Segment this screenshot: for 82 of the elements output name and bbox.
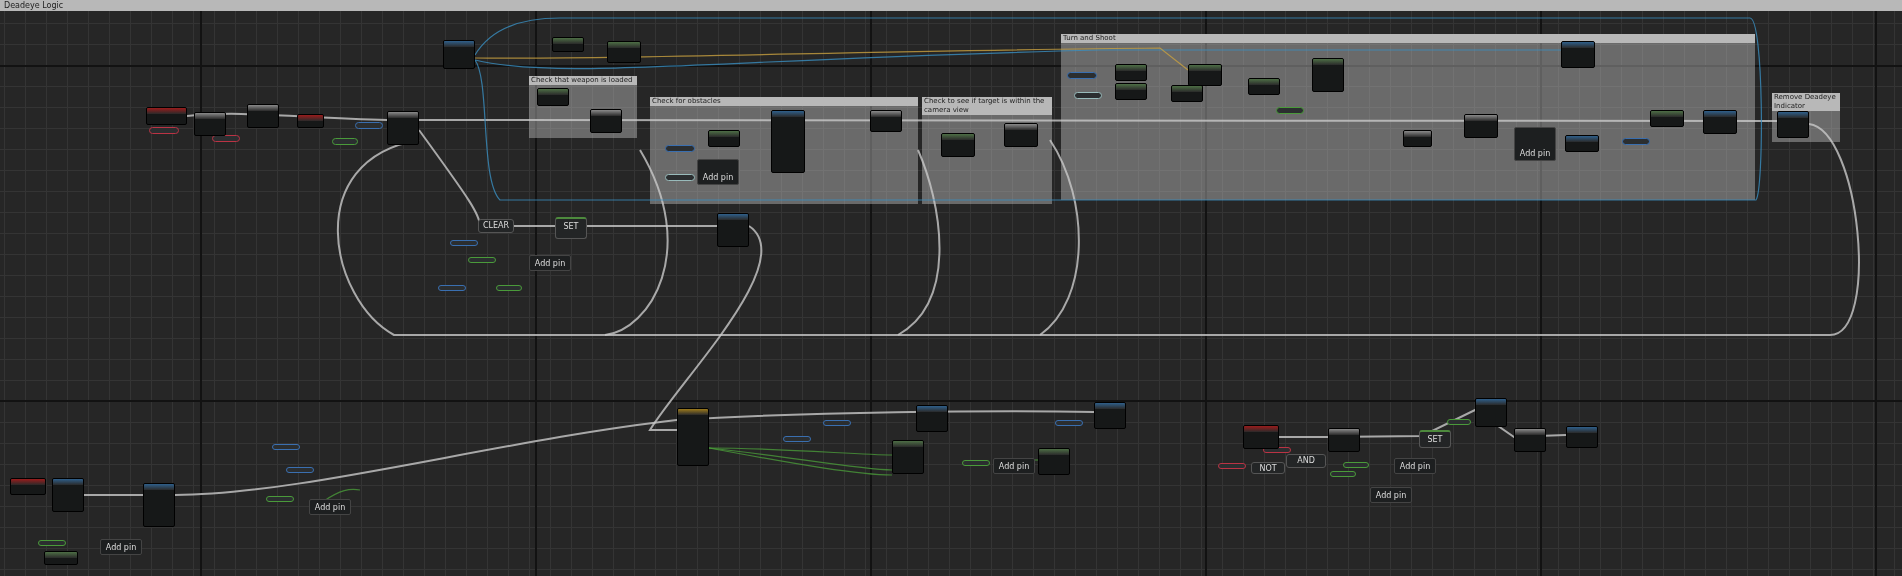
variable-node[interactable] (438, 285, 466, 291)
graph-node[interactable] (297, 114, 324, 128)
variable-node[interactable] (355, 122, 383, 129)
graph-node[interactable] (1328, 428, 1360, 452)
graph-node[interactable] (1115, 64, 1147, 81)
graph-node[interactable] (10, 478, 46, 495)
graph-node[interactable]: SET (1419, 430, 1451, 448)
graph-node[interactable] (552, 37, 584, 52)
graph-node[interactable] (1248, 78, 1280, 95)
variable-node[interactable] (266, 496, 294, 502)
variable-node[interactable] (38, 540, 66, 546)
variable-node[interactable] (1218, 463, 1246, 469)
graph-node[interactable] (870, 110, 902, 132)
graph-node[interactable] (1115, 83, 1147, 100)
graph-node[interactable] (247, 104, 279, 128)
add-pin-button[interactable]: Add pin (1370, 487, 1412, 503)
graph-node[interactable] (771, 110, 805, 173)
graph-node[interactable] (1094, 402, 1126, 429)
variable-node[interactable] (665, 145, 695, 152)
variable-node[interactable] (1330, 471, 1356, 477)
add-pin-button[interactable]: Add pin (100, 539, 142, 555)
graph-node[interactable] (1171, 85, 1203, 102)
graph-node[interactable] (708, 130, 740, 147)
graph-node[interactable] (1188, 64, 1222, 86)
graph-node[interactable] (916, 405, 948, 432)
variable-node[interactable] (272, 444, 300, 450)
graph-node[interactable] (52, 478, 84, 512)
graph-node[interactable] (1243, 425, 1279, 449)
variable-node[interactable] (1276, 107, 1304, 114)
graph-node[interactable] (677, 408, 709, 466)
graph-node[interactable] (590, 109, 622, 133)
add-pin-button[interactable]: Add pin (697, 159, 739, 185)
graph-node[interactable]: NOT (1251, 462, 1285, 474)
graph-node[interactable] (146, 107, 187, 125)
graph-node[interactable] (44, 551, 78, 565)
variable-node[interactable] (1074, 92, 1102, 99)
graph-node[interactable] (1403, 130, 1432, 147)
variable-node[interactable] (1067, 72, 1097, 79)
variable-node[interactable] (823, 420, 851, 426)
variable-node[interactable] (665, 174, 695, 181)
variable-node[interactable] (1343, 462, 1369, 468)
variable-node[interactable] (450, 240, 478, 246)
graph-node[interactable] (1703, 110, 1737, 134)
graph-node[interactable] (1650, 110, 1684, 127)
graph-node[interactable] (607, 41, 641, 63)
add-pin-button[interactable]: Add pin (529, 255, 571, 271)
graph-node[interactable] (1464, 114, 1498, 138)
variable-node[interactable] (962, 460, 990, 466)
graph-node[interactable]: CLEAR (478, 219, 514, 233)
graph-node[interactable] (1038, 448, 1070, 475)
graph-title-bar: Deadeye Logic (0, 0, 1902, 11)
variable-node[interactable] (1055, 420, 1083, 426)
graph-node[interactable]: SET (555, 217, 587, 239)
variable-node[interactable] (468, 257, 496, 263)
variable-node[interactable] (783, 436, 811, 442)
graph-node[interactable] (1312, 58, 1344, 92)
graph-node[interactable] (143, 483, 175, 527)
graph-node[interactable] (1475, 398, 1507, 427)
add-pin-button[interactable]: Add pin (993, 458, 1035, 474)
graph-node[interactable] (443, 40, 475, 69)
graph-node[interactable] (892, 440, 924, 474)
graph-node[interactable] (1004, 123, 1038, 147)
graph-node[interactable] (194, 112, 226, 136)
graph-node[interactable]: AND (1286, 454, 1326, 468)
graph-node[interactable] (387, 111, 419, 145)
graph-node[interactable] (537, 88, 569, 106)
variable-node[interactable] (149, 127, 179, 134)
variable-node[interactable] (286, 467, 314, 473)
add-pin-button[interactable]: Add pin (1514, 127, 1556, 161)
graph-node[interactable] (717, 213, 749, 247)
graph-node[interactable] (941, 133, 975, 157)
add-pin-button[interactable]: Add pin (1394, 458, 1436, 474)
variable-node[interactable] (1447, 419, 1471, 425)
variable-node[interactable] (332, 138, 358, 145)
graph-node[interactable] (1514, 428, 1546, 452)
variable-node[interactable] (496, 285, 522, 291)
add-pin-button[interactable]: Add pin (309, 499, 351, 515)
variable-node[interactable] (1622, 138, 1650, 145)
graph-node[interactable] (1565, 135, 1599, 152)
graph-node[interactable] (1566, 426, 1598, 448)
graph-node[interactable] (1561, 41, 1595, 68)
graph-node[interactable] (1777, 111, 1809, 138)
